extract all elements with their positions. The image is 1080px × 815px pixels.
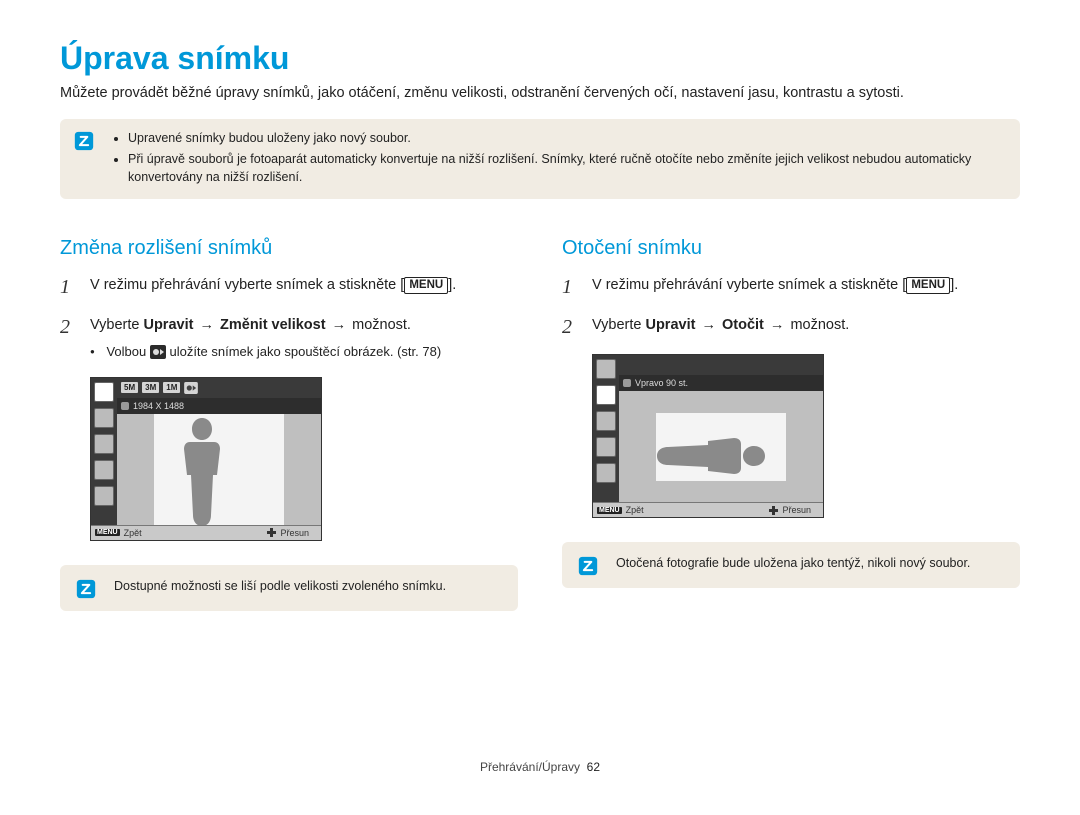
resize-step-2: 2 Vyberte Upravit → Změnit velikost → mo… <box>60 314 518 363</box>
footer-page-number: 62 <box>587 760 600 774</box>
lcd-size-chip: 3M <box>142 382 159 393</box>
arrow-icon: → <box>768 317 787 333</box>
start-image-icon <box>184 382 198 394</box>
rotate-step-1: 1 V režimu přehrávání vyberte snímek a s… <box>562 274 1020 300</box>
lcd-topbar: 5M 3M 1M <box>117 378 321 399</box>
intro-text: Můžete provádět běžné úpravy snímků, jak… <box>60 83 1020 105</box>
lcd-sidebar-icon <box>94 460 114 480</box>
menu-button-label: MENU <box>906 277 950 294</box>
step-text: Vyberte <box>592 317 645 333</box>
lcd-sidebar-icon <box>596 437 616 457</box>
lcd-back-label: Zpět <box>124 528 142 538</box>
lcd-canvas <box>117 414 321 526</box>
info-icon <box>76 579 96 599</box>
lcd-rotation-label: Vpravo 90 st. <box>635 378 688 388</box>
step-text: V režimu přehrávání vyberte snímek a sti… <box>592 277 906 293</box>
step-number: 2 <box>60 314 76 363</box>
lcd-topbar <box>619 355 823 376</box>
page-footer: Přehrávání/Úpravy 62 <box>0 760 1080 774</box>
lcd-sidebar <box>91 378 118 540</box>
info-icon <box>74 131 94 151</box>
lcd-sidebar-icon <box>596 411 616 431</box>
info-note-item: Při úpravě souborů je fotoaparát automat… <box>128 150 1006 188</box>
step-number: 2 <box>562 314 578 340</box>
step-bold: Otočit <box>722 317 764 333</box>
lcd-sidebar-icon <box>596 359 616 379</box>
menu-chip-icon: MENU <box>597 507 622 514</box>
lcd-move-label: Přesun <box>280 528 309 538</box>
lcd-preview-rotate: Vpravo 90 st. M <box>592 354 824 518</box>
step-text: ]. <box>950 277 958 293</box>
lcd-infobar: Vpravo 90 st. <box>619 375 823 391</box>
dpad-icon <box>267 528 276 537</box>
step-body: V režimu přehrávání vyberte snímek a sti… <box>90 274 518 300</box>
lcd-bottombar: MENU Zpět Přesun <box>593 502 823 517</box>
step-text: V režimu přehrávání vyberte snímek a sti… <box>90 277 404 293</box>
lcd-sidebar-icon <box>596 385 616 405</box>
step-bold: Změnit velikost <box>220 317 326 333</box>
lcd-sidebar-icon <box>94 434 114 454</box>
step-text: ]. <box>448 277 456 293</box>
step-text: možnost. <box>352 317 411 333</box>
sub-bullet: Volbou uložíte snímek jako spouštěcí obr… <box>90 342 518 362</box>
resize-heading: Změna rozlišení snímků <box>60 237 518 260</box>
info-note-list: Upravené snímky budou uloženy jako nový … <box>112 129 1006 189</box>
lcd-info-icon <box>623 379 631 387</box>
lcd-sidebar-icon <box>94 486 114 506</box>
step-text: možnost. <box>790 317 849 333</box>
lcd-size-chip: 5M <box>121 382 138 393</box>
rotate-step-2: 2 Vyberte Upravit → Otočit → možnost. <box>562 314 1020 340</box>
lcd-size-chip: 1M <box>163 382 180 393</box>
arrow-icon: → <box>197 317 216 333</box>
lcd-sidebar-icon <box>94 382 114 402</box>
menu-button-label: MENU <box>404 277 448 294</box>
step-number: 1 <box>60 274 76 300</box>
resize-note-text: Dostupné možnosti se liší podle velikost… <box>114 577 446 596</box>
resize-column: Změna rozlišení snímků 1 V režimu přehrá… <box>60 237 518 611</box>
lcd-sidebar <box>593 355 620 517</box>
lcd-move-label: Přesun <box>782 505 811 515</box>
step-text: Vyberte <box>90 317 143 333</box>
menu-chip-icon: MENU <box>95 529 120 536</box>
lcd-sidebar-icon <box>94 408 114 428</box>
sub-bullet-text: uložíte snímek jako spouštěcí obrázek. (… <box>169 344 441 359</box>
lcd-canvas <box>619 391 823 503</box>
person-silhouette-icon <box>172 418 232 526</box>
lcd-infobar: 1984 X 1488 <box>117 398 321 414</box>
rotate-note-box: Otočená fotografie bude uložena jako ten… <box>562 542 1020 588</box>
step-bold: Upravit <box>143 317 193 333</box>
footer-section: Přehrávání/Úpravy <box>480 760 580 774</box>
resize-note-box: Dostupné možnosti se liší podle velikost… <box>60 565 518 611</box>
lcd-bottombar: MENU Zpět Přesun <box>91 525 321 540</box>
rotate-note-text: Otočená fotografie bude uložena jako ten… <box>616 554 970 573</box>
step-body: Vyberte Upravit → Otočit → možnost. <box>592 314 1020 340</box>
step-bold: Upravit <box>645 317 695 333</box>
person-silhouette-rotated-icon <box>647 426 775 486</box>
info-icon <box>578 556 598 576</box>
info-note-box: Upravené snímky budou uloženy jako nový … <box>60 119 1020 199</box>
lcd-back-label: Zpět <box>626 505 644 515</box>
rotate-column: Otočení snímku 1 V režimu přehrávání vyb… <box>562 237 1020 611</box>
dpad-icon <box>769 506 778 515</box>
arrow-icon: → <box>330 317 349 333</box>
step-body: Vyberte Upravit → Změnit velikost → možn… <box>90 314 518 363</box>
step-number: 1 <box>562 274 578 300</box>
start-image-icon <box>150 345 166 359</box>
rotate-heading: Otočení snímku <box>562 237 1020 260</box>
info-note-item: Upravené snímky budou uloženy jako nový … <box>128 129 1006 148</box>
lcd-info-icon <box>121 402 129 410</box>
lcd-preview-resize: 5M 3M 1M 1984 X 1488 <box>90 377 322 541</box>
step-body: V režimu přehrávání vyberte snímek a sti… <box>592 274 1020 300</box>
page-title: Úprava snímku <box>60 40 1020 77</box>
sub-bullet-text: Volbou <box>106 344 149 359</box>
arrow-icon: → <box>699 317 718 333</box>
lcd-sidebar-icon <box>596 463 616 483</box>
lcd-resolution-label: 1984 X 1488 <box>133 401 184 411</box>
resize-step-1: 1 V režimu přehrávání vyberte snímek a s… <box>60 274 518 300</box>
